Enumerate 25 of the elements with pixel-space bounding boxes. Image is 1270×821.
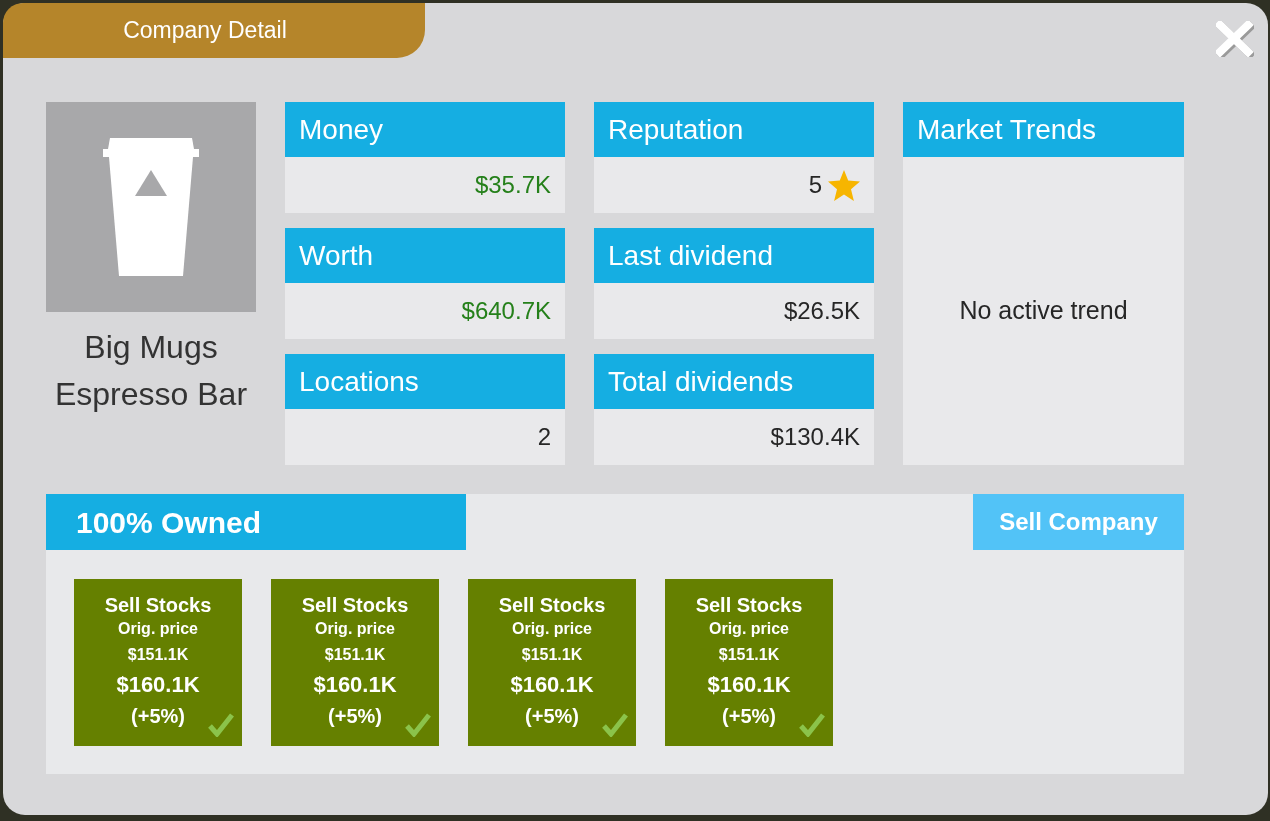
stat-value: $130.4K [770,422,860,452]
sell-stocks-tile[interactable]: Sell Stocks Orig. price $151.1K $160.1K (+5%) [271,579,439,746]
sell-stocks-tile[interactable]: Sell Stocks Orig. price $151.1K $160.1K (+5%) [468,579,636,746]
card-header: Last dividend [594,228,874,283]
stat-value: $26.5K [783,296,860,326]
card-header: Locations [285,354,565,409]
star-icon [828,169,860,201]
card-header: Worth [285,228,565,283]
sell-stocks-tile[interactable]: Sell Stocks Orig. price $151.1K $160.1K (+5%) [74,579,242,746]
close-button[interactable] [1216,21,1254,57]
cup-icon [103,138,199,276]
company-name: Big Mugs Espresso Bar [53,328,249,414]
stat-value: 2 [537,422,551,452]
empty-message: No active trend [959,295,1128,327]
card-header: Total dividends [594,354,874,409]
stat-value: 5 [808,170,822,200]
dialog-title: Company Detail [3,3,425,58]
stat-value: $35.7K [474,170,551,200]
ownership-header: 100% Owned [46,494,466,550]
close-icon [1216,21,1254,57]
stat-value: $640.7K [461,296,551,326]
card-header: Reputation [594,102,874,157]
card-header: Market Trends [903,102,1184,157]
card-header: Money [285,102,565,157]
sell-stocks-tile[interactable]: Sell Stocks Orig. price $151.1K $160.1K (+5%) [665,579,833,746]
